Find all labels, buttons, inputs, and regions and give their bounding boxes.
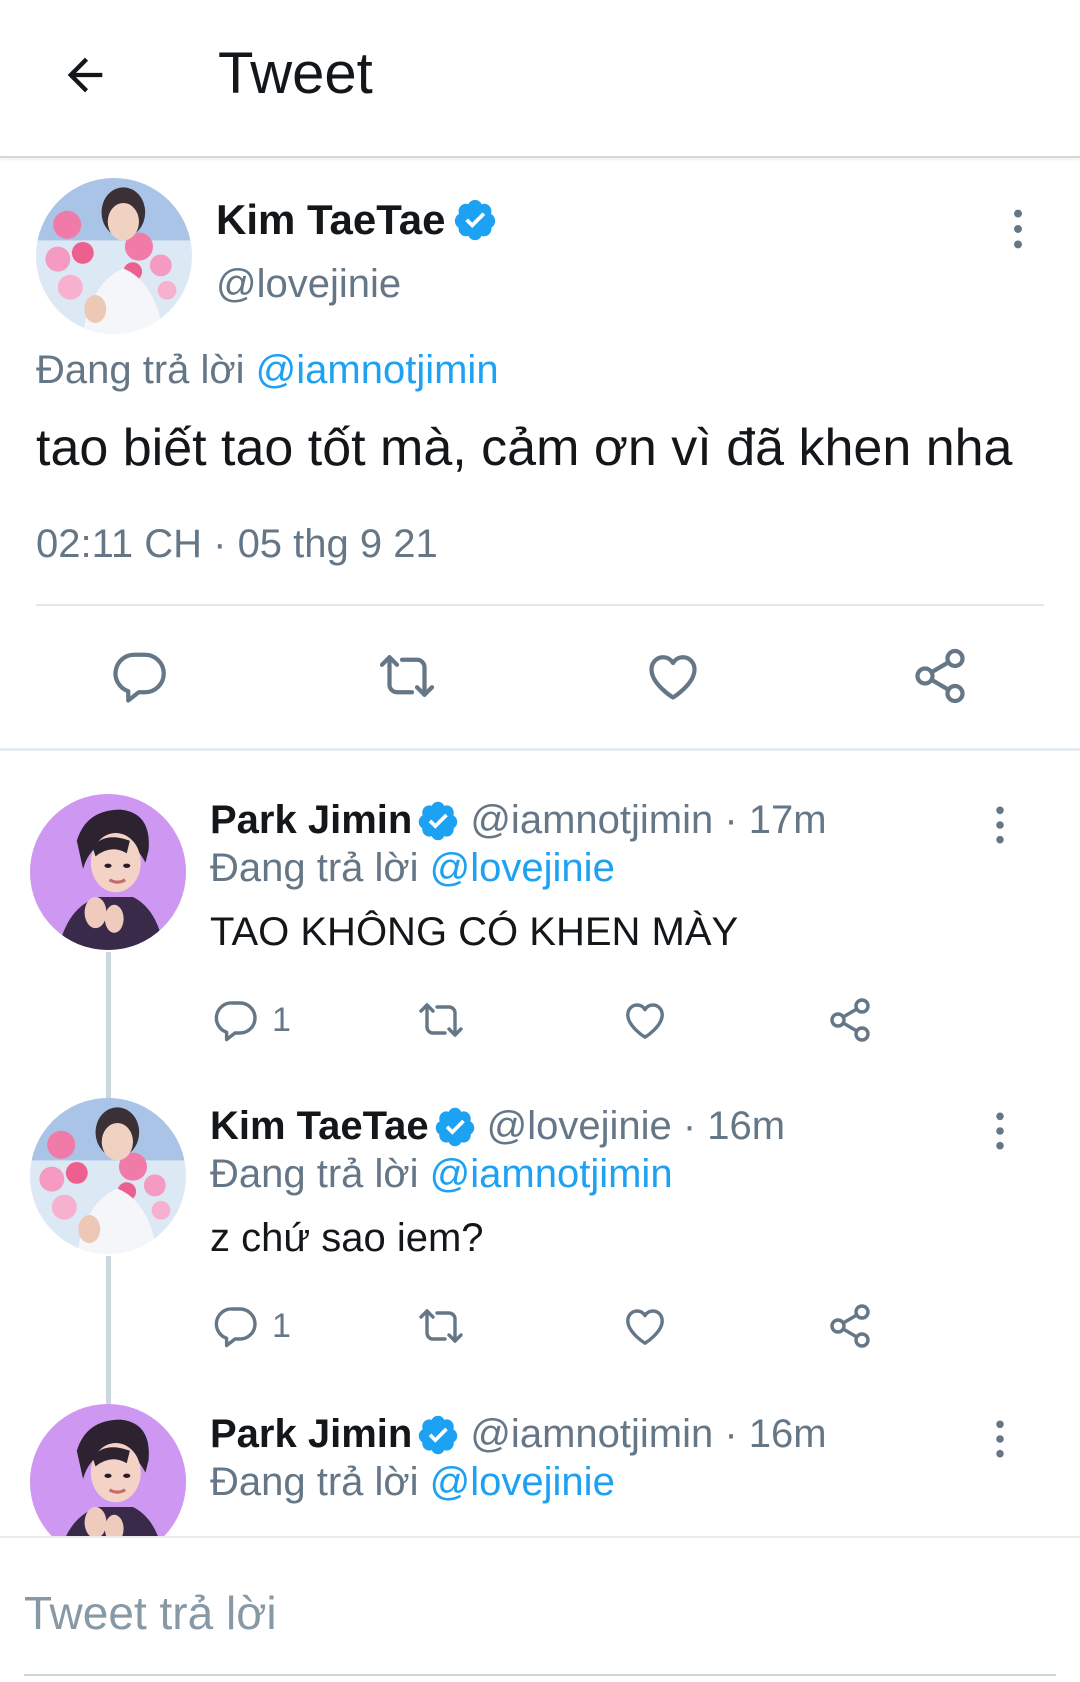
retweet-button[interactable] bbox=[414, 996, 468, 1044]
verified-badge-icon bbox=[416, 1413, 460, 1457]
author-handle[interactable]: @lovejinie · 16m bbox=[487, 1104, 786, 1149]
tweet-text: z chứ sao iem? bbox=[210, 1216, 484, 1260]
author-line: Park Jimin @iamnotjimin · 16m bbox=[210, 1412, 827, 1457]
reply-icon bbox=[212, 1302, 260, 1350]
reply-icon bbox=[110, 646, 170, 706]
like-button[interactable] bbox=[620, 996, 670, 1044]
author-name[interactable]: Park Jimin bbox=[210, 798, 412, 843]
reply-tweet[interactable]: Kim TaeTae @lovejinie · 16m Đang trả lời… bbox=[0, 1096, 1080, 1396]
reply-mention-link[interactable]: @iamnotjimin bbox=[256, 348, 499, 392]
more-options-button[interactable] bbox=[980, 790, 1020, 860]
input-underline bbox=[24, 1674, 1056, 1676]
avatar[interactable] bbox=[30, 1404, 186, 1536]
reply-mention-link[interactable]: @lovejinie bbox=[430, 1460, 615, 1504]
more-options-icon bbox=[995, 804, 1005, 846]
replying-to-label: Đang trả lời bbox=[36, 348, 245, 392]
more-options-button[interactable] bbox=[980, 1096, 1020, 1166]
share-icon bbox=[826, 996, 874, 1044]
reply-button[interactable]: 1 bbox=[212, 1302, 291, 1350]
more-options-icon bbox=[995, 1110, 1005, 1152]
reply-tweet[interactable]: Park Jimin @iamnotjimin · 17m Đang trả l… bbox=[0, 790, 1080, 1090]
replying-to-label: Đang trả lời bbox=[210, 1460, 419, 1504]
back-arrow-icon bbox=[67, 57, 103, 93]
replying-to: Đang trả lời @lovejinie bbox=[210, 1460, 615, 1505]
reply-mention-link[interactable]: @lovejinie bbox=[430, 846, 615, 890]
reply-button[interactable] bbox=[110, 646, 170, 706]
replying-to: Đang trả lời @iamnotjimin bbox=[210, 1152, 673, 1197]
more-options-icon bbox=[1013, 207, 1023, 251]
tweet-text: tao biết tao tốt mà, cảm ơn vì đã khen n… bbox=[36, 419, 1013, 477]
verified-badge-icon bbox=[416, 799, 460, 843]
like-button[interactable] bbox=[642, 646, 704, 706]
tweet-text: TAO KHÔNG CÓ KHEN MÀY bbox=[210, 910, 739, 954]
share-icon bbox=[910, 646, 970, 706]
top-app-bar: Tweet bbox=[0, 0, 1080, 158]
author-name[interactable]: Park Jimin bbox=[210, 1412, 412, 1457]
retweet-button[interactable] bbox=[414, 1302, 468, 1350]
avatar[interactable] bbox=[30, 794, 186, 950]
like-icon bbox=[620, 1302, 670, 1350]
author-name[interactable]: Kim TaeTae bbox=[216, 196, 446, 244]
reply-tweet[interactable]: Park Jimin @iamnotjimin · 16m Đang trả l… bbox=[0, 1404, 1080, 1536]
share-button[interactable] bbox=[826, 1302, 874, 1350]
author-name[interactable]: Kim TaeTae bbox=[210, 1104, 429, 1149]
like-icon bbox=[620, 996, 670, 1044]
author-handle[interactable]: @iamnotjimin · 17m bbox=[470, 798, 826, 843]
section-divider bbox=[0, 748, 1080, 751]
reply-icon bbox=[212, 996, 260, 1044]
verified-badge-icon bbox=[452, 197, 498, 243]
like-button[interactable] bbox=[620, 1302, 670, 1350]
reply-composer bbox=[0, 1536, 1080, 1682]
author-line: Kim TaeTae bbox=[216, 196, 498, 244]
author-line: Kim TaeTae @lovejinie · 16m bbox=[210, 1104, 785, 1149]
share-button[interactable] bbox=[826, 996, 874, 1044]
replying-to: Đang trả lời @lovejinie bbox=[210, 846, 615, 891]
tweet-timestamp[interactable]: 02:11 CH · 05 thg 9 21 bbox=[36, 522, 438, 567]
avatar[interactable] bbox=[36, 178, 192, 334]
back-button[interactable] bbox=[50, 40, 120, 110]
more-options-button[interactable] bbox=[980, 1404, 1020, 1474]
replying-to-label: Đang trả lời bbox=[210, 1152, 419, 1196]
more-options-button[interactable] bbox=[998, 194, 1038, 264]
page-title: Tweet bbox=[218, 41, 373, 106]
divider bbox=[36, 604, 1044, 606]
reply-button[interactable]: 1 bbox=[212, 996, 291, 1044]
retweet-icon bbox=[374, 646, 440, 706]
share-icon bbox=[826, 1302, 874, 1350]
retweet-button[interactable] bbox=[374, 646, 440, 706]
reply-mention-link[interactable]: @iamnotjimin bbox=[430, 1152, 673, 1196]
author-line: Park Jimin @iamnotjimin · 17m bbox=[210, 798, 827, 843]
reply-input[interactable] bbox=[24, 1578, 1054, 1648]
reply-count: 1 bbox=[272, 1306, 291, 1345]
retweet-icon bbox=[414, 1302, 468, 1350]
author-handle[interactable]: @lovejinie bbox=[216, 262, 401, 307]
author-handle[interactable]: @iamnotjimin · 16m bbox=[470, 1412, 826, 1457]
more-options-icon bbox=[995, 1418, 1005, 1460]
replying-to-label: Đang trả lời bbox=[210, 846, 419, 890]
avatar[interactable] bbox=[30, 1098, 186, 1254]
reply-count: 1 bbox=[272, 1000, 291, 1039]
retweet-icon bbox=[414, 996, 468, 1044]
share-button[interactable] bbox=[910, 646, 970, 706]
verified-badge-icon bbox=[433, 1105, 477, 1149]
replying-to: Đang trả lời @iamnotjimin bbox=[36, 348, 499, 393]
like-icon bbox=[642, 646, 704, 706]
